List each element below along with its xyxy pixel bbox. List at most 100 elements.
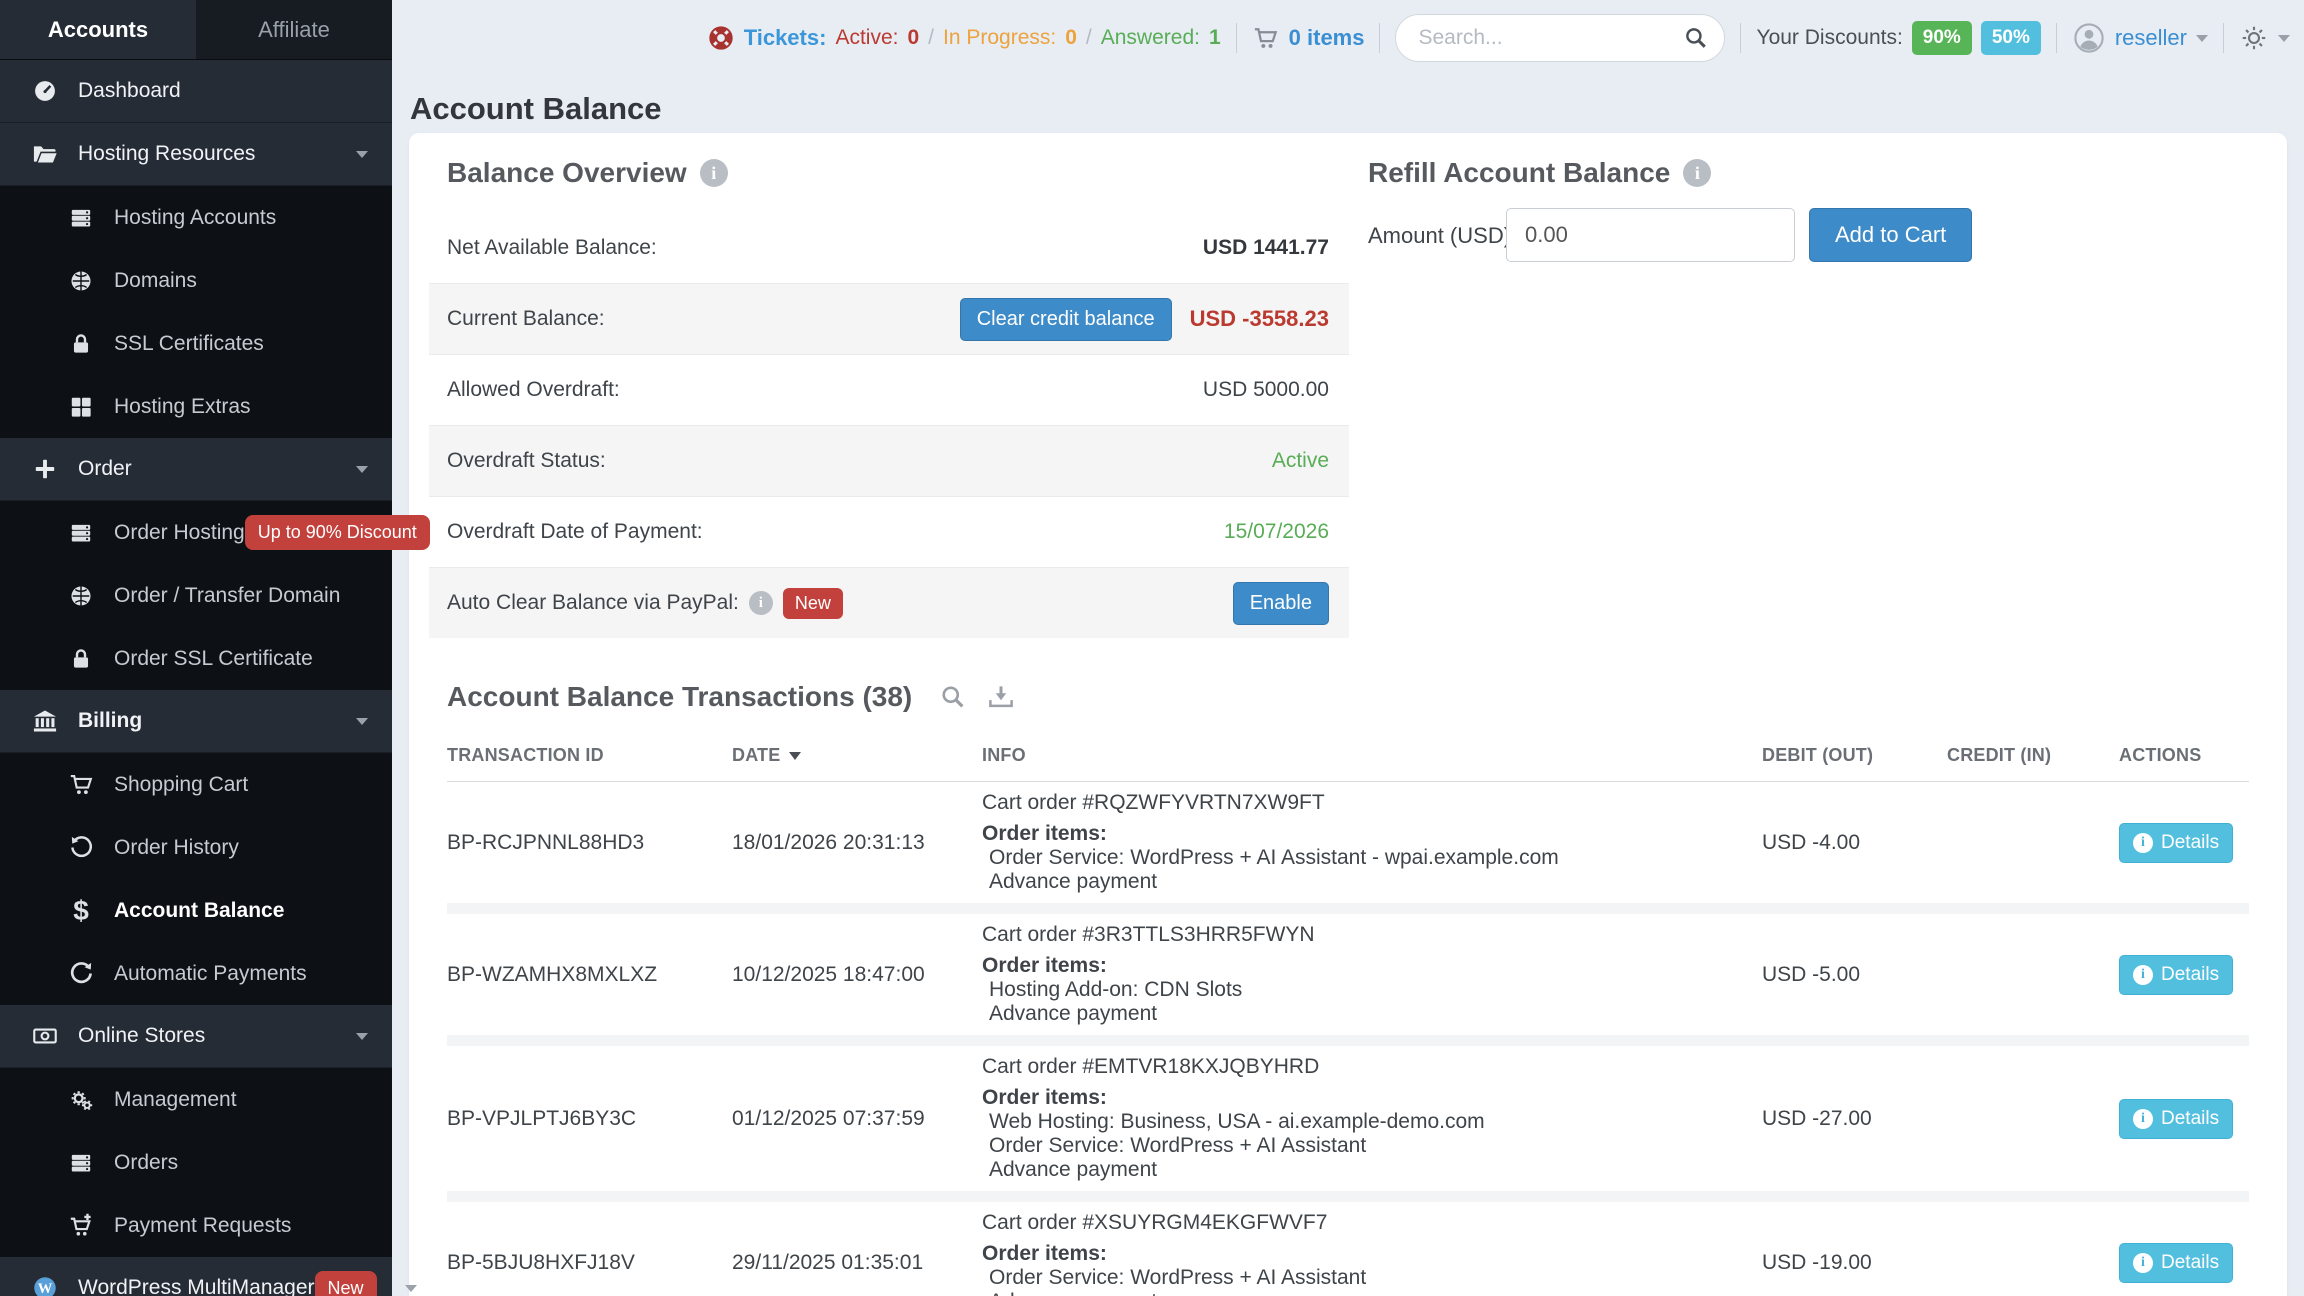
sidebar-item-automatic-payments[interactable]: Automatic Payments [0, 942, 392, 1005]
sidebar-item-management[interactable]: Management [0, 1068, 392, 1131]
row-separator [447, 1191, 2249, 1202]
sidebar-item-hosting-extras[interactable]: Hosting Extras [0, 375, 392, 438]
sidebar-item-label: Order SSL Certificate [114, 647, 313, 671]
sidebar-item-wordpress-multimanager[interactable]: WWordPress MultiManagerNew [0, 1257, 392, 1296]
details-button[interactable]: iDetails [2119, 1243, 2233, 1283]
col-info: INFO [982, 745, 1762, 766]
separator: / [928, 26, 934, 50]
clear-credit-balance-button[interactable]: Clear credit balance [960, 298, 1172, 341]
sidebar-item-label: Order / Transfer Domain [114, 584, 340, 608]
folder-icon [26, 140, 64, 168]
sidebar-item-billing[interactable]: Billing [0, 690, 392, 753]
globe-icon [62, 268, 100, 294]
sidebar-item-order-hosting[interactable]: Order HostingUp to 90% Discount [0, 501, 392, 564]
globe-icon [62, 583, 100, 609]
details-label: Details [2161, 1252, 2219, 1274]
tab-accounts[interactable]: Accounts [0, 0, 196, 59]
overview-row-allowed-overdraft: Allowed Overdraft:USD 5000.00 [429, 354, 1349, 425]
caret-down-icon [356, 718, 368, 725]
avatar-icon [2072, 21, 2106, 55]
sidebar-item-label: Payment Requests [114, 1214, 291, 1238]
transaction-date: 29/11/2025 01:35:01 [732, 1251, 982, 1275]
sidebar-item-label: Order History [114, 836, 239, 860]
sidebar-item-order[interactable]: Order [0, 438, 392, 501]
transaction-id: BP-WZAMHX8MXLXZ [447, 963, 732, 987]
life-ring-icon [707, 24, 735, 52]
separator: / [1086, 26, 1092, 50]
sidebar-item-hosting-accounts[interactable]: Hosting Accounts [0, 186, 392, 249]
transaction-row: BP-RCJPNNL88HD318/01/2026 20:31:13Cart o… [447, 782, 2249, 903]
tab-affiliate[interactable]: Affiliate [196, 0, 392, 59]
bank-icon [26, 707, 64, 735]
sidebar-item-label: Automatic Payments [114, 962, 307, 986]
amount-input[interactable] [1506, 208, 1795, 262]
banknote-icon [26, 1022, 64, 1050]
sidebar-tabs: Accounts Affiliate [0, 0, 392, 60]
sidebar-item-domains[interactable]: Domains [0, 249, 392, 312]
download-icon[interactable] [986, 682, 1016, 712]
transaction-row: BP-5BJU8HXFJ18V29/11/2025 01:35:01Cart o… [447, 1202, 2249, 1296]
sidebar-item-order-transfer-domain[interactable]: Order / Transfer Domain [0, 564, 392, 627]
server-icon [62, 520, 100, 546]
overview-value: USD 5000.00 [1203, 378, 1329, 402]
sidebar-item-label: Account Balance [114, 899, 284, 923]
gears-icon [62, 1086, 100, 1114]
details-button[interactable]: iDetails [2119, 955, 2233, 995]
wordpress-icon: W [26, 1274, 64, 1296]
col-date[interactable]: DATE [732, 745, 982, 766]
sidebar-item-order-history[interactable]: Order History [0, 816, 392, 879]
col-actions: ACTIONS [2119, 745, 2249, 766]
cart-order-ref: Cart order #3R3TTLS3HRR5FWYN [982, 923, 1762, 947]
order-item: Advance payment [982, 1158, 1762, 1182]
main-card: Balance Overview i Net Available Balance… [409, 133, 2287, 1296]
amount-label: Amount (USD) [1368, 223, 1511, 249]
overview-value: USD 1441.77 [1203, 236, 1329, 260]
info-icon[interactable]: i [700, 159, 728, 187]
dollar-icon: $ [62, 897, 100, 925]
sidebar-item-label: Domains [114, 269, 197, 293]
sidebar-item-shopping-cart[interactable]: Shopping Cart [0, 753, 392, 816]
sidebar-item-dashboard[interactable]: Dashboard [0, 60, 392, 123]
details-button[interactable]: iDetails [2119, 823, 2233, 863]
info-icon: i [2133, 965, 2153, 985]
sidebar-item-ssl-certificates[interactable]: SSL Certificates [0, 312, 392, 375]
sidebar-item-payment-requests[interactable]: Payment Requests [0, 1194, 392, 1257]
col-date-label: DATE [732, 745, 780, 766]
tickets-status[interactable]: Tickets: Active: 0 / In Progress: 0 / An… [707, 24, 1221, 52]
order-item: Advance payment [982, 1002, 1762, 1026]
user-menu[interactable]: reseller [2072, 21, 2208, 55]
details-label: Details [2161, 1108, 2219, 1130]
info-icon[interactable]: i [1683, 159, 1711, 187]
search-input[interactable] [1416, 25, 1682, 51]
enable-button[interactable]: Enable [1233, 582, 1329, 625]
overview-label: Net Available Balance: [447, 236, 657, 260]
cart-order-ref: Cart order #XSUYRGM4EKGFWVF7 [982, 1211, 1762, 1235]
sidebar-item-online-stores[interactable]: Online Stores [0, 1005, 392, 1068]
add-to-cart-button[interactable]: Add to Cart [1809, 208, 1972, 262]
order-items-label: Order items: [982, 822, 1762, 846]
search-icon[interactable] [1682, 24, 1710, 52]
sidebar-item-account-balance[interactable]: $ Account Balance [0, 879, 392, 942]
transaction-debit: USD -19.00 [1762, 1251, 1947, 1275]
caret-down-icon [356, 1033, 368, 1040]
cart-order-ref: Cart order #EMTVR18KXJQBYHRD [982, 1055, 1762, 1079]
sidebar-item-label: Online Stores [78, 1024, 205, 1048]
sidebar-item-orders[interactable]: Orders [0, 1131, 392, 1194]
sidebar-item-hosting-resources[interactable]: Hosting Resources [0, 123, 392, 186]
chevron-down-icon [2278, 35, 2290, 42]
theme-toggle[interactable] [2239, 23, 2290, 53]
overview-row-overdraft-status: Overdraft Status:Active [429, 425, 1349, 496]
sidebar-item-order-ssl-certificate[interactable]: Order SSL Certificate [0, 627, 392, 690]
lock-icon [62, 331, 100, 357]
table-search-icon[interactable] [938, 682, 968, 712]
overview-value: USD -3558.23 [1190, 306, 1329, 332]
overview-row-current-balance: Current Balance:Clear credit balanceUSD … [429, 283, 1349, 354]
details-button[interactable]: iDetails [2119, 1099, 2233, 1139]
tickets-label: Tickets: [744, 25, 827, 51]
transaction-id: BP-RCJPNNL88HD3 [447, 831, 732, 855]
overview-value: Active [1272, 449, 1329, 473]
cart-status[interactable]: 0 items [1252, 24, 1365, 52]
transaction-date: 10/12/2025 18:47:00 [732, 963, 982, 987]
table-header-row: TRANSACTION ID DATE INFO DEBIT (OUT) CRE… [447, 745, 2249, 782]
info-icon[interactable]: i [749, 591, 773, 615]
